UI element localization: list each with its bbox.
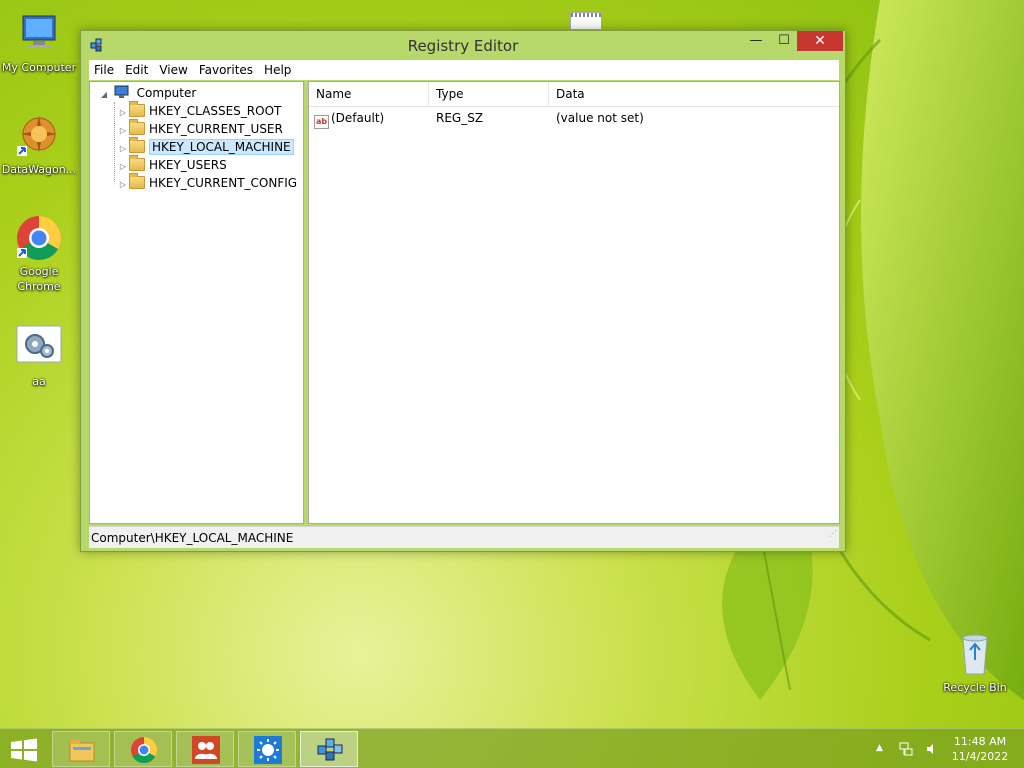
file-explorer-icon: [69, 740, 95, 762]
people-icon: [192, 736, 220, 764]
taskbar: ▲ 11:48 AM 11/4/2022: [0, 728, 1024, 768]
clock-date: 11/4/2022: [951, 750, 1009, 763]
close-button[interactable]: ✕: [797, 31, 843, 51]
resize-grip-icon[interactable]: ⋰: [829, 523, 837, 545]
tree-item-label: HKEY_CURRENT_USER: [149, 122, 283, 136]
desktop-icon-recycle-bin[interactable]: Recycle Bin: [936, 630, 1014, 695]
desktop-icon-label: My Computer: [1, 61, 77, 74]
value-name: (Default): [331, 111, 385, 125]
settings-gears-icon: [15, 324, 63, 372]
title-bar[interactable]: Registry Editor — ☐ ✕: [81, 31, 845, 59]
desktop-icon-label: DataWagon...: [1, 163, 77, 176]
tree-item-hkey-local-machine[interactable]: ▷ HKEY_LOCAL_MACHINE: [117, 137, 294, 156]
tree-item-label: HKEY_CURRENT_CONFIG: [149, 176, 298, 190]
folder-icon: [129, 137, 145, 153]
minimize-button[interactable]: —: [743, 31, 769, 51]
windows-start-icon[interactable]: [8, 737, 40, 763]
collapse-arrow-icon[interactable]: ◢: [98, 86, 110, 104]
taskbar-chrome[interactable]: [114, 731, 172, 767]
value-name-cell: ab (Default): [314, 109, 384, 129]
network-icon[interactable]: [898, 741, 914, 757]
tree-item-label: HKEY_CLASSES_ROOT: [149, 104, 282, 118]
tree-item-hkey-classes-root[interactable]: ▷ HKEY_CLASSES_ROOT: [117, 101, 282, 120]
tree-item-hkey-current-config[interactable]: ▷ HKEY_CURRENT_CONFIG: [117, 173, 298, 194]
menu-help[interactable]: Help: [259, 63, 297, 77]
desktop-icon-label: Google Chrome: [17, 265, 61, 293]
desktop-icon-google-chrome[interactable]: Google Chrome: [0, 214, 78, 294]
desktop-icon-my-computer[interactable]: My Computer: [0, 10, 78, 75]
menu-edit[interactable]: Edit: [120, 63, 154, 77]
tree-item-hkey-current-user[interactable]: ▷ HKEY_CURRENT_USER: [117, 119, 283, 138]
column-header-data[interactable]: Data: [549, 82, 839, 107]
chrome-icon: [131, 736, 158, 764]
taskbar-brightness-app[interactable]: [238, 731, 296, 767]
column-header-type[interactable]: Type: [429, 82, 549, 107]
menu-bar: File Edit View Favorites Help: [89, 60, 839, 80]
status-bar: Computer\HKEY_LOCAL_MACHINE ⋰: [89, 526, 839, 548]
desktop-icon-aa[interactable]: aa: [0, 324, 78, 389]
datawagon-icon: [15, 112, 63, 160]
list-header: Name Type Data: [309, 82, 839, 107]
chrome-icon: [15, 214, 63, 262]
taskbar-registry-editor[interactable]: [300, 731, 358, 767]
desktop-icon-datawagon[interactable]: DataWagon...: [0, 112, 78, 177]
menu-file[interactable]: File: [89, 63, 120, 77]
status-path: Computer\HKEY_LOCAL_MACHINE: [91, 531, 294, 545]
column-header-name[interactable]: Name: [309, 82, 429, 107]
folder-icon: [129, 155, 145, 171]
folder-icon: [129, 173, 145, 189]
folder-icon: [129, 119, 145, 135]
desktop-icon-label: aa: [32, 375, 46, 388]
desktop-icon-label: Recycle Bin: [943, 681, 1007, 694]
window-title: Registry Editor: [407, 37, 519, 55]
show-hidden-icons-button[interactable]: ▲: [876, 743, 883, 768]
string-value-icon: ab: [314, 115, 329, 129]
tree-item-label: HKEY_USERS: [149, 158, 227, 172]
clock[interactable]: 11:48 AM 11/4/2022: [950, 734, 1010, 764]
tree-item-label: HKEY_LOCAL_MACHINE: [149, 139, 294, 155]
computer-icon: [15, 10, 63, 58]
value-type: REG_SZ: [436, 111, 484, 125]
clock-time: 11:48 AM: [953, 735, 1007, 748]
menu-favorites[interactable]: Favorites: [194, 63, 259, 77]
registry-app-icon: [317, 738, 343, 761]
values-list[interactable]: Name Type Data ab (Default) REG_SZ (value…: [308, 81, 840, 524]
value-data: (value not set): [556, 111, 644, 125]
recycle-bin-icon: [951, 630, 999, 678]
registry-tree[interactable]: ◢ Computer ▷ HKEY_CLASSES_ROOT ▷ HKEY_CURR…: [89, 81, 304, 524]
tree-item-hkey-users[interactable]: ▷ HKEY_USERS: [117, 155, 227, 174]
taskbar-file-explorer[interactable]: [52, 731, 110, 767]
registry-editor-window[interactable]: Registry Editor — ☐ ✕ File Edit View Fav…: [80, 30, 846, 552]
list-item[interactable]: ab (Default) REG_SZ (value not set): [309, 109, 839, 129]
menu-view[interactable]: View: [154, 63, 193, 77]
notepad-icon[interactable]: [570, 12, 602, 30]
taskbar-people-app[interactable]: [176, 731, 234, 767]
maximize-button[interactable]: ☐: [771, 31, 797, 51]
computer-icon: [114, 85, 129, 98]
tree-item-computer[interactable]: ◢ Computer: [98, 84, 196, 102]
tree-item-label: Computer: [136, 86, 197, 100]
volume-icon[interactable]: [924, 741, 940, 757]
folder-icon: [129, 101, 145, 117]
expand-arrow-icon[interactable]: ▷: [117, 176, 129, 194]
sun-icon: [254, 736, 282, 764]
